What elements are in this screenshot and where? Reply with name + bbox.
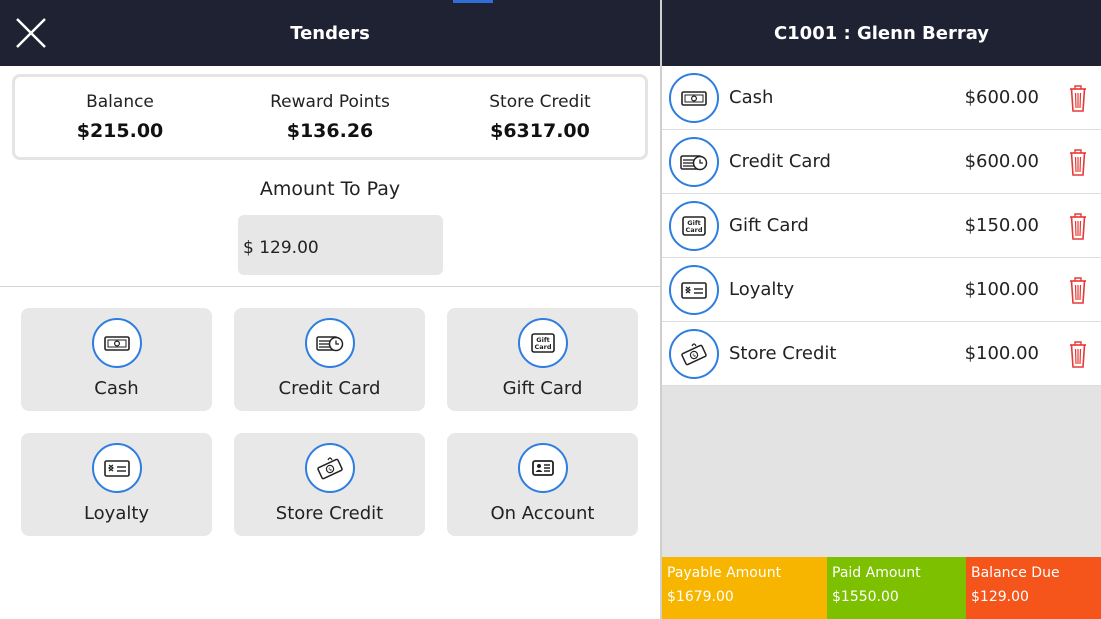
tenders-header: Tenders [0,0,660,66]
page-title: Tenders [290,22,370,44]
payment-amount: $100.00 [964,343,1039,364]
cash-icon [91,318,142,368]
on-account-icon [517,443,568,493]
trash-icon[interactable] [1067,83,1089,113]
tender-button-on-account[interactable]: On Account [447,433,638,536]
balance-due-cell: Balance Due $129.00 [966,557,1101,619]
tender-button-loyalty[interactable]: Loyalty [21,433,212,536]
paid-amount-cell: Paid Amount $1550.00 [827,557,966,619]
tenders-screen: Tenders Balance $215.00 Reward Points $1… [0,0,1101,619]
store-credit-icon: $ [669,328,719,379]
store-credit-icon: $ [304,443,355,493]
trash-icon[interactable] [1067,147,1089,177]
trash-icon[interactable] [1067,211,1089,241]
payment-name: Store Credit [729,343,837,364]
gift-card-icon: Gift Card [517,318,568,368]
tender-label: Gift Card [502,378,583,399]
loyalty-icon [91,443,142,493]
balance-label: Balance [86,92,154,112]
tenders-panel: Tenders Balance $215.00 Reward Points $1… [0,0,660,619]
balance-summary-card: Balance $215.00 Reward Points $136.26 St… [12,74,648,160]
tender-label: Store Credit [275,503,384,524]
trash-icon[interactable] [1067,275,1089,305]
tender-button-credit-card[interactable]: Credit Card [234,308,425,411]
svg-text:Card: Card [534,343,551,351]
payment-name: Gift Card [729,215,809,236]
svg-text:Card: Card [685,226,702,234]
customer-header: C1001 : Glenn Berray [662,0,1101,66]
payment-amount: $150.00 [964,215,1039,236]
balance-item: Balance $215.00 [15,77,225,157]
payment-row-store-credit: $ Store Credit $100.00 [662,322,1101,386]
tender-label: Loyalty [83,503,150,524]
store-credit-value: $6317.00 [490,120,590,142]
amount-to-pay-input[interactable] [238,215,443,275]
tender-button-cash[interactable]: Cash [21,308,212,411]
customer-payments-panel: C1001 : Glenn Berray Cash $600.00 Credit… [660,0,1101,619]
customer-title: C1001 : Glenn Berray [773,22,990,44]
payment-row-gift-card: Gift Card Gift Card $150.00 [662,194,1101,258]
store-credit-item: Store Credit $6317.00 [435,77,645,157]
payment-name: Cash [729,87,774,108]
paid-amount-label: Paid Amount [832,565,921,581]
reward-points-label: Reward Points [270,92,390,112]
tender-label: Credit Card [278,378,381,399]
reward-points-item: Reward Points $136.26 [225,77,435,157]
payment-summary-bar: Payable Amount $1679.00 Paid Amount $155… [662,557,1101,619]
divider [0,286,660,287]
payment-row-credit-card: Credit Card $600.00 [662,130,1101,194]
paid-amount-value: $1550.00 [832,589,899,605]
payment-name: Loyalty [729,279,795,300]
close-button[interactable] [14,16,48,50]
amount-to-pay-label: Amount To Pay [259,178,401,200]
balance-due-label: Balance Due [971,565,1060,581]
payment-amount: $100.00 [964,279,1039,300]
tender-label: On Account [490,503,595,524]
cash-icon [669,72,719,123]
payable-amount-value: $1679.00 [667,589,734,605]
payment-row-cash: Cash $600.00 [662,66,1101,130]
loyalty-icon [669,264,719,315]
store-credit-label: Store Credit [489,92,591,112]
tender-button-store-credit[interactable]: $ Store Credit [234,433,425,536]
payment-name: Credit Card [729,151,831,172]
payment-row-loyalty: Loyalty $100.00 [662,258,1101,322]
payment-list: Cash $600.00 Credit Card $600.00 Gift Car… [662,66,1101,386]
tender-label: Cash [94,378,139,399]
balance-value: $215.00 [76,120,164,142]
balance-due-value: $129.00 [971,589,1029,605]
close-icon [16,18,46,48]
credit-card-icon [669,136,719,187]
reward-points-value: $136.26 [286,120,374,142]
payment-amount: $600.00 [964,87,1039,108]
tender-button-gift-card[interactable]: Gift Card Gift Card [447,308,638,411]
credit-card-icon [304,318,355,368]
payable-amount-label: Payable Amount [667,565,782,581]
header-accent-bar [453,0,493,3]
payable-amount-cell: Payable Amount $1679.00 [662,557,827,619]
trash-icon[interactable] [1067,339,1089,369]
gift-card-icon: Gift Card [669,200,719,251]
payment-amount: $600.00 [964,151,1039,172]
